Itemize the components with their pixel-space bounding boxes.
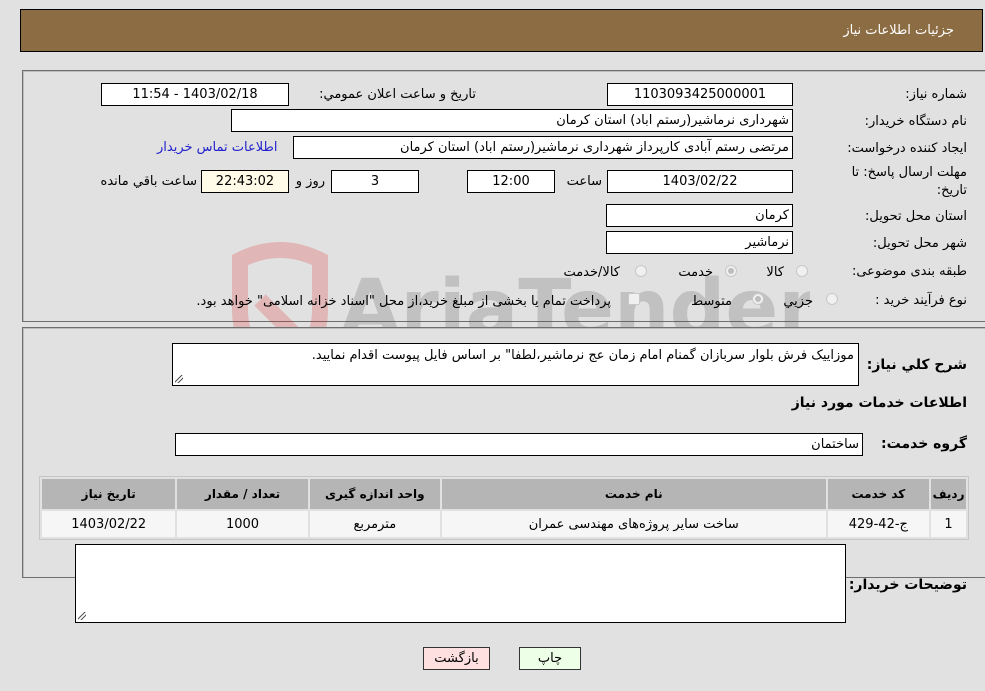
deadline-date-field[interactable]: 1403/02/22	[607, 170, 793, 193]
purchase-radio-medium[interactable]	[752, 293, 764, 305]
category-option-goods-service: کالا/خدمت	[563, 265, 620, 280]
need-number-label: شماره نیاز:	[905, 87, 967, 102]
print-button[interactable]: چاپ	[519, 647, 581, 670]
days-label: روز و	[295, 174, 325, 189]
services-section-title: اطلاعات خدمات مورد نیاز	[791, 395, 967, 411]
description-label: شرح کلي نیاز:	[866, 357, 967, 373]
col-unit: واحد اندازه گیری	[309, 479, 440, 509]
buyer-org-field[interactable]: شهرداری نرماشیر(رستم اباد) استان کرمان	[231, 109, 793, 132]
deadline-time-label: ساعت	[566, 174, 602, 189]
cell-unit: مترمربع	[309, 511, 440, 537]
col-row-number: ردیف	[931, 479, 966, 509]
purchase-radio-minor[interactable]	[826, 293, 838, 305]
category-option-service: خدمت	[678, 265, 713, 280]
page-header: جزئیات اطلاعات نیاز	[20, 9, 983, 52]
cell-service-name: ساخت سایر پروژه‌های مهندسی عمران	[441, 511, 826, 537]
delivery-city-label: شهر محل تحویل:	[872, 236, 967, 251]
treasury-note: پرداخت تمام یا بخشی از مبلغ خرید،از محل …	[196, 294, 611, 309]
deadline-time-field[interactable]: 12:00	[467, 170, 555, 193]
category-radio-goods-service[interactable]	[635, 265, 647, 277]
purchase-option-medium: متوسط	[691, 294, 732, 309]
services-table: ردیف کد خدمت نام خدمت واحد اندازه گیری ت…	[39, 476, 969, 540]
category-radio-goods[interactable]	[796, 265, 808, 277]
remaining-time-field: 22:43:02	[201, 170, 289, 193]
resize-handle-icon[interactable]	[78, 612, 86, 620]
cell-quantity: 1000	[177, 511, 308, 537]
service-group-label: گروه خدمت:	[881, 436, 967, 452]
announce-datetime-field[interactable]: 1403/02/18 - 11:54	[101, 83, 289, 106]
purchase-option-minor: جزیي	[783, 294, 813, 309]
description-text: موزاییک فرش بلوار سربازان گمنام امام زما…	[311, 348, 854, 363]
category-option-goods: کالا	[766, 265, 784, 280]
buyer-notes-label: توضیحات خریدار:	[848, 577, 967, 593]
cell-service-code: ج-42-429	[827, 511, 930, 537]
delivery-province-field[interactable]: کرمان	[606, 204, 793, 227]
table-header-row: ردیف کد خدمت نام خدمت واحد اندازه گیری ت…	[42, 479, 966, 509]
need-number-field[interactable]: 1103093425000001	[607, 83, 793, 106]
deadline-label: مهلت ارسال پاسخ: تا تاریخ:	[851, 165, 967, 198]
category-label: طبقه بندی موضوعی:	[851, 264, 967, 279]
buyer-contact-link[interactable]: اطلاعات تماس خریدار	[157, 140, 277, 155]
treasury-checkbox[interactable]	[628, 293, 640, 305]
delivery-city-field[interactable]: نرماشیر	[606, 231, 793, 254]
resize-handle-icon[interactable]	[175, 375, 183, 383]
col-quantity: تعداد / مقدار	[177, 479, 308, 509]
col-service-name: نام خدمت	[441, 479, 826, 509]
description-textarea[interactable]: موزاییک فرش بلوار سربازان گمنام امام زما…	[172, 343, 859, 386]
back-button[interactable]: بازگشت	[423, 647, 490, 670]
requester-field[interactable]: مرتضی رستم آبادی کارپرداز شهرداری نرماشی…	[293, 136, 793, 159]
table-row: 1 ج-42-429 ساخت سایر پروژه‌های مهندسی عم…	[42, 511, 966, 537]
announce-datetime-label: تاریخ و ساعت اعلان عمومي:	[319, 87, 476, 102]
col-service-code: کد خدمت	[827, 479, 930, 509]
remaining-time-label: ساعت باقي مانده	[100, 174, 197, 189]
requester-label: ایجاد کننده درخواست:	[847, 141, 967, 156]
buyer-notes-textarea[interactable]	[75, 544, 846, 623]
purchase-type-label: نوع فرآیند خرید :	[875, 293, 967, 308]
delivery-province-label: استان محل تحویل:	[865, 209, 967, 224]
cell-need-date: 1403/02/22	[42, 511, 176, 537]
cell-row-number: 1	[931, 511, 966, 537]
page-title: جزئیات اطلاعات نیاز	[843, 23, 954, 38]
category-radio-service[interactable]	[725, 265, 737, 277]
col-need-date: تاریخ نیاز	[42, 479, 176, 509]
buyer-org-label: نام دستگاه خریدار:	[864, 114, 967, 129]
service-group-field[interactable]: ساختمان	[175, 433, 863, 456]
remaining-days-field: 3	[331, 170, 419, 193]
